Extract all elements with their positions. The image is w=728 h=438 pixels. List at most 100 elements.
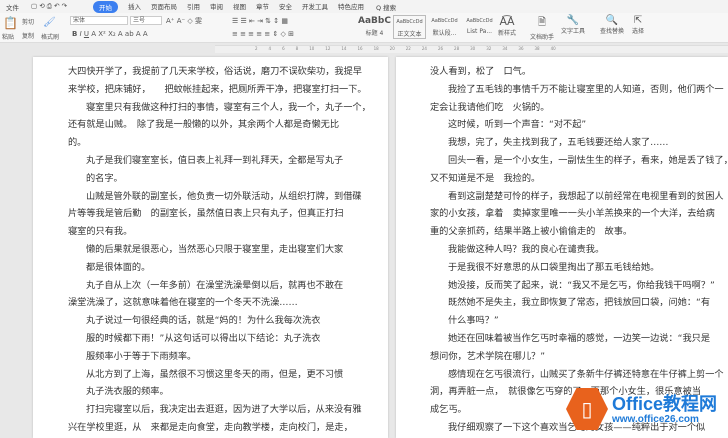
paste-button[interactable]: 粘贴 <box>2 32 14 41</box>
text-line: 什么事吗？” <box>448 315 499 327</box>
style-label: 标题 4 <box>365 30 384 37</box>
format-painter-button[interactable]: 格式刷 <box>41 32 59 41</box>
style-gallery-item[interactable]: AaBbCcDd 正文文本 <box>393 15 426 39</box>
find-replace-button[interactable]: 🔍 查找替换 <box>600 15 624 35</box>
font-tools[interactable]: A⁺ A⁻ ◇ 雯 <box>166 16 202 26</box>
text-line: 定会让我请他们吃 火锅的。 <box>430 101 550 113</box>
text-line: 想问你，艺术学院在哪儿？” <box>430 350 546 362</box>
ruler-tick: 8 <box>295 46 299 51</box>
format-buttons[interactable]: B I U A X² X₂ A ab A A <box>72 30 148 38</box>
tab-6[interactable]: 章节 <box>256 1 269 13</box>
style-preview: AaBbCcDd <box>396 19 423 25</box>
font-size-select[interactable]: 三号 <box>130 16 162 25</box>
ruler-tick: 22 <box>405 46 411 51</box>
text-line: 又不知道是不是 我捡的。 <box>430 172 541 184</box>
left-page-text: 大四快开学了，我提前了几天来学校，俗话说，磨刀不误砍柴功，我提早 来学校，把床铺好… <box>68 63 371 437</box>
paragraph-tools[interactable]: ☰ ☰ ⇤ ⇥ ⇅ ↕ ▦ <box>232 17 288 25</box>
watermark-logo: ▯ Office教程网 www.office26.com <box>566 388 717 430</box>
tab-5[interactable]: 视图 <box>233 1 246 13</box>
doc-helper-label: 文档助手 <box>530 34 555 41</box>
doc-helper-button[interactable]: 🗎 文档助手 <box>530 15 554 41</box>
text-line: 大四快开学了，我提前了几天来学校，俗话说，磨刀不误砍柴功，我提早 <box>68 66 362 77</box>
style-gallery-item[interactable]: AaBbCcDd 默认段... <box>428 15 461 39</box>
menu-tabs: 开始 插入 页面布局 引用 审阅 视图 章节 安全 开发工具 特色应用 <box>92 0 364 13</box>
quick-access-icons[interactable]: ▢ ⟲ ⎙ ↶ ↷ <box>31 2 67 11</box>
text-tools-button[interactable]: 🔧 文字工具 <box>561 15 585 35</box>
text-line: 丸子自从上次（一年多前）在澡堂洗澡晕倒以后，就再也不敢在 <box>86 279 344 291</box>
text-line: 于是我很不好意思的从口袋里掏出了那五毛钱给她。 <box>448 261 660 273</box>
style-gallery-item[interactable]: AaBbCcDd List Pa... <box>463 15 496 39</box>
ruler-tick: 10 <box>309 46 315 51</box>
new-style-button[interactable]: A͡A 新样式 <box>498 15 516 37</box>
text-line: 还有就是山贼。 除了我是一般懒的以外，其余两个人都是奇懒无比 <box>68 119 340 131</box>
document-page-right[interactable]: 没人看到，松了 口气。我捡了五毛钱的事情千万不能让寝室里的人知道，否则，他们两个… <box>396 57 728 438</box>
text-line: 都是很体面的。 <box>86 261 151 273</box>
office-logo-icon: ▯ <box>566 388 608 430</box>
text-line: 澡堂洗澡了，这就意味着他在寝室的一个冬天不洗澡…… <box>68 297 298 309</box>
text-line: 感情现在乞丐很流行，山贼买了条新牛仔裤还特意在牛仔裤上剪一个 <box>448 368 724 380</box>
ruler-tick: 26 <box>437 46 444 51</box>
file-menu[interactable]: 文件 <box>6 2 19 12</box>
style-preview: AaBbCcDd <box>431 18 458 24</box>
text-line: 这时候，听到一个声音：“对不起” <box>448 119 587 131</box>
format-painter-icon: 🖌 <box>43 17 56 28</box>
paste-icon[interactable]: 📋 <box>3 16 18 30</box>
menu-bar: 文件 ▢ ⟲ ⎙ ↶ ↷ 开始 插入 页面布局 引用 审阅 视图 章节 安全 开发工具 特色应用 … <box>0 0 728 13</box>
text-line: 我捡了五毛钱的事情千万不能让寝室里的人知道，否则，他们两个一 <box>448 83 724 95</box>
ruler-tick: 38 <box>534 46 540 51</box>
ruler-tick: 6 <box>282 46 285 51</box>
ruler-tick: 16 <box>357 46 363 51</box>
text-line: 家的小女孩，拿着 卖掉家里唯一一头小羊羔换来的一个大洋，去给病 <box>430 208 715 220</box>
tab-9[interactable]: 特色应用 <box>338 1 364 13</box>
ruler-tick: 14 <box>341 46 347 51</box>
text-line: 的名字。 <box>86 172 123 184</box>
tab-0[interactable]: 开始 <box>92 0 118 13</box>
text-tools-label: 文字工具 <box>561 28 586 35</box>
select-label: 选择 <box>632 28 645 35</box>
style-gallery-item[interactable]: AaBbC 标题 4 <box>358 15 391 39</box>
text-line: 我想，完了，失主找到我了，五毛钱要还给人家了…… <box>448 137 669 149</box>
ruler-tick: 24 <box>421 46 427 51</box>
tab-3[interactable]: 引用 <box>187 1 200 13</box>
style-label: 默认段... <box>432 30 457 37</box>
text-line: 服频率小于等于下雨频率。 <box>86 350 197 362</box>
style-label: 正文文本 <box>397 31 422 38</box>
new-style-icon: A͡A <box>499 15 515 28</box>
tab-7[interactable]: 安全 <box>279 1 292 13</box>
ruler-tick: 2 <box>255 46 258 51</box>
text-line: 片等等我是管后勤 的副室长，虽然值日表上只有丸子，但真正打扫 <box>68 208 344 220</box>
select-button[interactable]: ⇱ 选择 <box>632 15 644 35</box>
tab-8[interactable]: 开发工具 <box>302 1 328 13</box>
tab-1[interactable]: 插入 <box>128 1 141 13</box>
text-line: 来学校，把床铺好， 把蚊帐挂起来，把厕所弄干净，把寝室打扫一下。 <box>68 83 367 95</box>
wrench-icon: 🔧 <box>566 15 580 26</box>
document-icon: 🗎 <box>537 17 547 28</box>
tab-4[interactable]: 审阅 <box>210 1 223 13</box>
search-icon: 🔍 <box>605 15 619 26</box>
cut-button[interactable]: 剪切 <box>22 17 34 26</box>
style-preview: AaBbCcDd <box>466 18 493 24</box>
text-line: 她还在回味着被当作乞丐时幸福的感觉，一边笑一边说：“我只是 <box>448 332 711 344</box>
ribbon: 📋 粘贴 剪切 复制 🖌 格式刷 宋体 三号 A⁺ A⁻ ◇ 雯 B I U A… <box>0 13 728 43</box>
watermark-title: Office教程网 <box>612 393 718 414</box>
search-box[interactable]: Q 搜索 <box>376 2 396 12</box>
text-line: 丸子洗衣服的频率。 <box>86 386 169 398</box>
ruler-tick: 34 <box>502 46 508 51</box>
ruler-tick: 20 <box>389 46 395 51</box>
ruler-tick: 36 <box>518 46 524 51</box>
text-line: 山贼是管外联的副室长，他负责一切外联活动，从组织打牌，到借碟 <box>86 190 362 202</box>
tab-2[interactable]: 页面布局 <box>151 1 177 13</box>
horizontal-ruler[interactable]: 2 4 6 8 10 12 14 16 18 20 22 24 26 28 30 32 34 36 38 40 <box>215 45 728 53</box>
style-label: List Pa... <box>466 28 493 35</box>
copy-button[interactable]: 复制 <box>22 31 34 40</box>
style-preview: AaBbC <box>358 16 391 26</box>
ruler-tick: 12 <box>325 46 331 51</box>
text-line: 丸子说过一句很经典的话，就是“妈的！为什么我每次洗衣 <box>86 315 321 327</box>
find-replace-label: 查找替换 <box>600 28 625 35</box>
document-page-left[interactable]: 大四快开学了，我提前了几天来学校，俗话说，磨刀不误砍柴功，我提早 来学校，把床铺好… <box>33 57 388 438</box>
text-line: 没人看到，松了 口气。 <box>430 66 532 77</box>
right-page-text: 没人看到，松了 口气。我捡了五毛钱的事情千万不能让寝室里的人知道，否则，他们两个… <box>430 63 728 437</box>
font-select[interactable]: 宋体 <box>70 16 128 25</box>
ruler-tick: 32 <box>486 46 492 51</box>
align-buttons[interactable]: ≡ ≡ ≡ ≡ ≡ ⇕ ◇ ⊞ <box>232 30 294 38</box>
